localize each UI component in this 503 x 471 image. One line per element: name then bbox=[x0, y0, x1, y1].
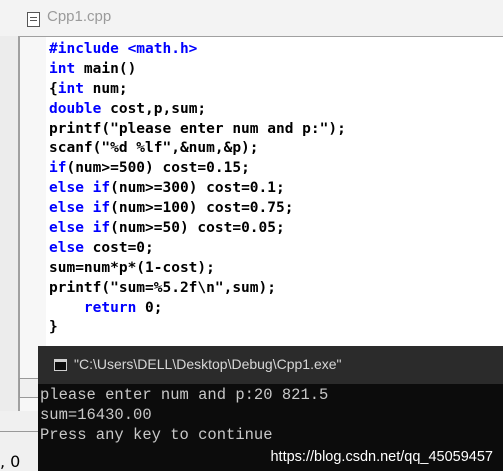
code-line[interactable]: {int num; bbox=[49, 80, 346, 100]
code-line[interactable]: else if(num>=100) cost=0.75; bbox=[49, 199, 346, 219]
code-line[interactable]: sum=num*p*(1-cost); bbox=[49, 259, 346, 279]
code-line[interactable]: if(num>=500) cost=0.15; bbox=[49, 159, 346, 179]
editor-left-margin bbox=[0, 36, 18, 411]
code-line[interactable]: printf("sum=%5.2f\n",sum); bbox=[49, 279, 346, 299]
code-line[interactable]: printf("please enter num and p:"); bbox=[49, 120, 346, 140]
code-line[interactable]: return 0; bbox=[49, 299, 346, 319]
console-line: Press any key to continue bbox=[40, 426, 273, 444]
code-area[interactable]: #include <math.h> int main() {int num; doub… bbox=[49, 40, 346, 338]
console-titlebar[interactable]: "C:\Users\DELL\Desktop\Debug\Cpp1.exe" bbox=[38, 346, 503, 384]
editor-tab-bar: Cpp1.cpp bbox=[0, 0, 503, 36]
console-window-icon bbox=[54, 359, 67, 371]
code-line[interactable]: else if(num>=50) cost=0.05; bbox=[49, 219, 346, 239]
console-output: please enter num and p:20 821.5 sum=16430… bbox=[40, 385, 328, 445]
console-window[interactable]: "C:\Users\DELL\Desktop\Debug\Cpp1.exe" p… bbox=[38, 346, 503, 471]
console-line: please enter num and p:20 821.5 bbox=[40, 386, 329, 404]
console-title: "C:\Users\DELL\Desktop\Debug\Cpp1.exe" bbox=[74, 356, 342, 372]
code-line[interactable]: int main() bbox=[49, 60, 346, 80]
code-line[interactable]: else cost=0; bbox=[49, 239, 346, 259]
output-pane-fragment: , 0 bbox=[0, 452, 21, 471]
watermark-url: https://blog.csdn.net/qq_45059457 bbox=[270, 449, 493, 465]
code-line[interactable]: #include <math.h> bbox=[49, 40, 346, 60]
code-line[interactable]: } bbox=[49, 318, 346, 338]
output-pane-divider bbox=[0, 431, 38, 432]
code-line[interactable]: else if(num>=300) cost=0.1; bbox=[49, 179, 346, 199]
editor-tab-title[interactable]: Cpp1.cpp bbox=[47, 8, 111, 25]
document-icon bbox=[27, 12, 40, 27]
code-line[interactable]: double cost,p,sum; bbox=[49, 100, 346, 120]
console-line: sum=16430.00 bbox=[40, 406, 152, 424]
code-line[interactable]: scanf("%d %lf",&num,&p); bbox=[49, 139, 346, 159]
scrollbar-button[interactable] bbox=[19, 378, 39, 398]
